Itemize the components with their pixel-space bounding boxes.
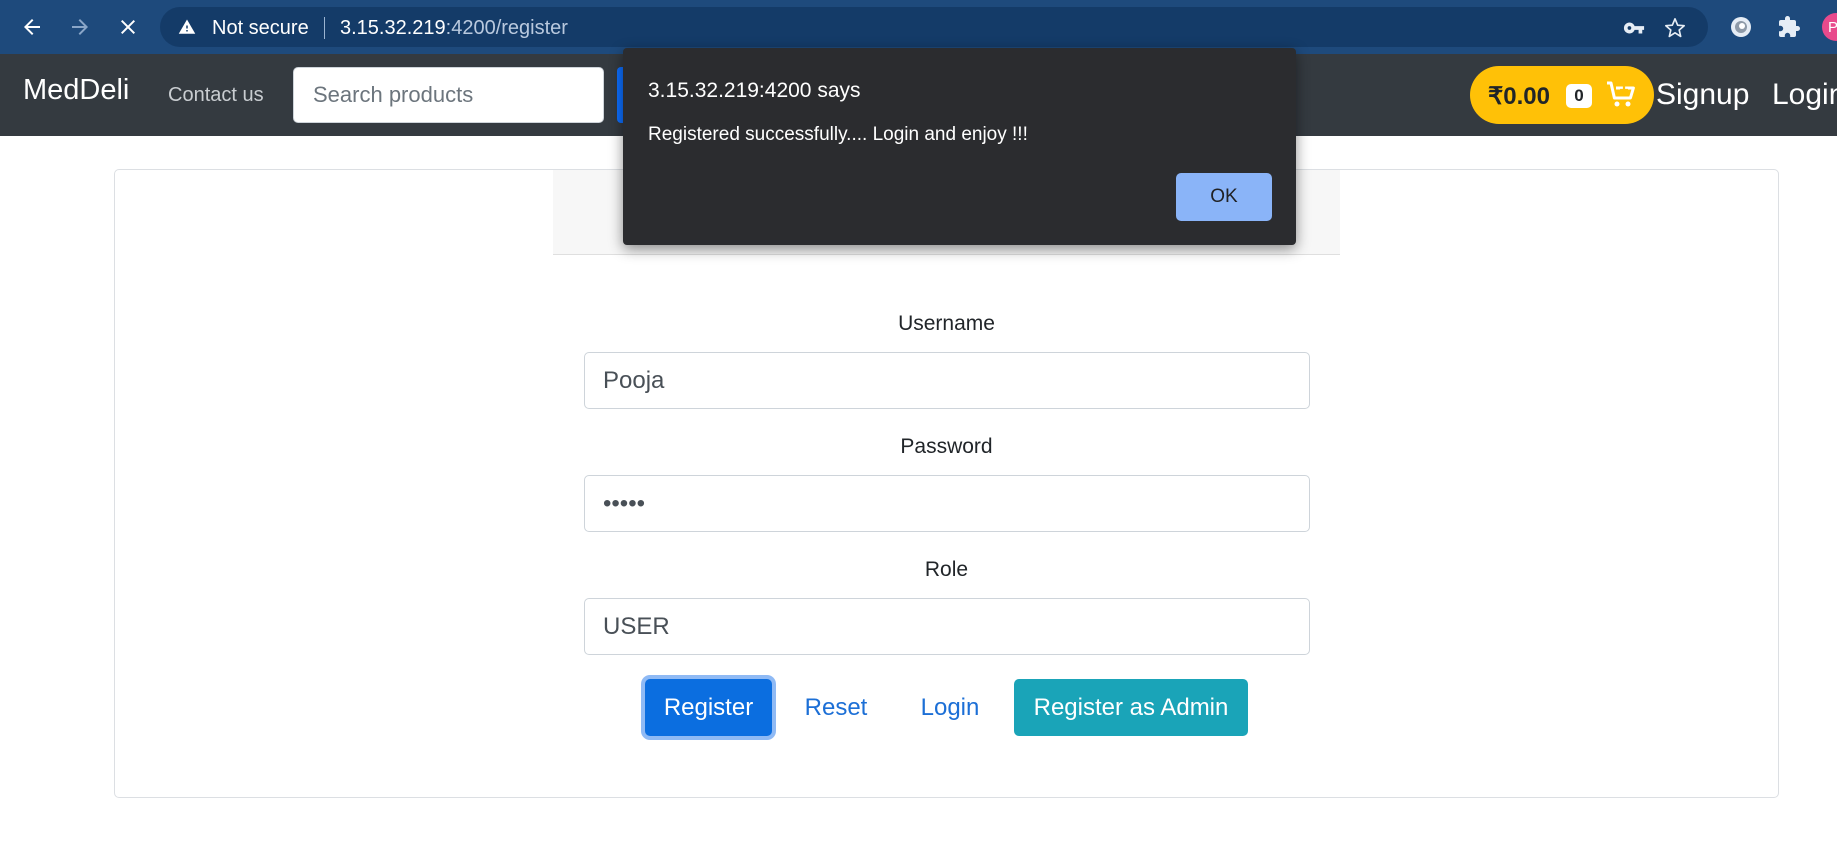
- extension-circle-icon[interactable]: [1729, 15, 1753, 39]
- profile-avatar[interactable]: P: [1822, 13, 1837, 41]
- brand-logo[interactable]: MedDeli: [23, 74, 129, 107]
- url-text[interactable]: 3.15.32.219:4200/register: [340, 17, 568, 40]
- search-input[interactable]: [293, 67, 604, 123]
- address-bar[interactable]: Not secure 3.15.32.219:4200/register: [160, 7, 1708, 47]
- cart-total: ₹0.00: [1488, 83, 1550, 110]
- login-link[interactable]: Login: [1772, 78, 1837, 112]
- cart-count-badge: 0: [1566, 84, 1592, 108]
- cart-plus-icon: [1607, 81, 1635, 107]
- dialog-title: 3.15.32.219:4200 says: [648, 79, 861, 102]
- browser-toolbar: Not secure 3.15.32.219:4200/register P: [0, 0, 1837, 54]
- signup-link[interactable]: Signup: [1656, 78, 1749, 112]
- dialog-ok-button[interactable]: OK: [1176, 173, 1272, 221]
- back-icon[interactable]: [14, 9, 50, 45]
- role-field[interactable]: [584, 598, 1310, 655]
- username-label: Username: [898, 312, 995, 335]
- key-icon[interactable]: [1623, 17, 1645, 39]
- password-label: Password: [900, 435, 993, 458]
- address-divider: [324, 17, 325, 39]
- register-as-admin-button[interactable]: Register as Admin: [1014, 679, 1248, 736]
- role-label: Role: [924, 558, 969, 581]
- register-button[interactable]: Register: [645, 679, 772, 736]
- extensions-puzzle-icon[interactable]: [1777, 15, 1801, 39]
- password-field[interactable]: [584, 475, 1310, 532]
- login-button[interactable]: Login: [910, 679, 990, 736]
- contact-us-link[interactable]: Contact us: [168, 84, 264, 107]
- url-path: :4200/register: [445, 17, 568, 39]
- warning-icon[interactable]: [178, 18, 196, 36]
- forward-icon[interactable]: [62, 9, 98, 45]
- dialog-message: Registered successfully.... Login and en…: [648, 124, 1028, 145]
- alert-dialog: 3.15.32.219:4200 says Registered success…: [623, 48, 1296, 245]
- bookmark-star-icon[interactable]: [1664, 17, 1686, 39]
- security-status-label[interactable]: Not secure: [212, 17, 309, 40]
- username-field[interactable]: [584, 352, 1310, 409]
- stop-loading-icon[interactable]: [110, 9, 146, 45]
- url-host: 3.15.32.219: [340, 17, 446, 39]
- cart-button[interactable]: ₹0.00 0: [1470, 66, 1654, 124]
- reset-button[interactable]: Reset: [795, 679, 877, 736]
